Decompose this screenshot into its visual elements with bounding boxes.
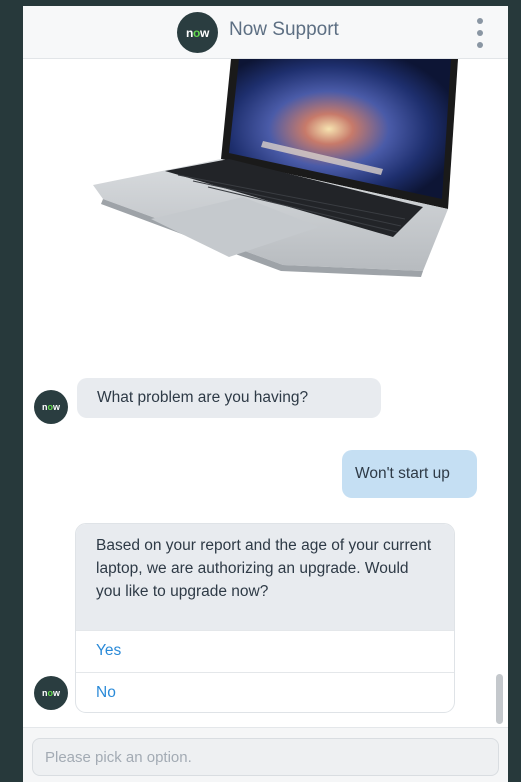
logo-letter-n: n bbox=[185, 25, 193, 40]
avatar-letter-w: w bbox=[52, 688, 60, 698]
scrollbar-thumb[interactable] bbox=[496, 674, 503, 724]
user-message: Won't start up bbox=[342, 450, 477, 498]
kebab-dot bbox=[477, 18, 483, 24]
bot-card-text: Based on your report and the age of your… bbox=[76, 524, 454, 630]
kebab-dot bbox=[477, 42, 483, 48]
bot-avatar: now bbox=[34, 676, 68, 710]
option-yes[interactable]: Yes bbox=[76, 630, 454, 672]
avatar-letter-w: w bbox=[52, 402, 60, 412]
bot-option-card: Based on your report and the age of your… bbox=[75, 523, 455, 713]
chat-header: now Now Support bbox=[23, 6, 508, 59]
scrollbar-track[interactable] bbox=[495, 59, 503, 727]
kebab-menu-icon[interactable] bbox=[473, 18, 487, 48]
option-no[interactable]: No bbox=[76, 672, 454, 712]
laptop-image bbox=[93, 59, 458, 277]
bot-avatar: now bbox=[34, 390, 68, 424]
composer bbox=[23, 727, 508, 782]
chat-window: now Now Support n o w What problem are y… bbox=[23, 6, 508, 782]
message-list[interactable]: now What problem are you having? Won't s… bbox=[23, 59, 508, 727]
chat-title: Now Support bbox=[229, 19, 339, 40]
logo-letter-o: o bbox=[192, 25, 200, 40]
now-logo: now bbox=[177, 12, 218, 53]
bot-message: What problem are you having? bbox=[77, 378, 381, 418]
logo-letter-w: w bbox=[200, 25, 210, 40]
kebab-dot bbox=[477, 30, 483, 36]
message-input[interactable] bbox=[32, 738, 499, 776]
